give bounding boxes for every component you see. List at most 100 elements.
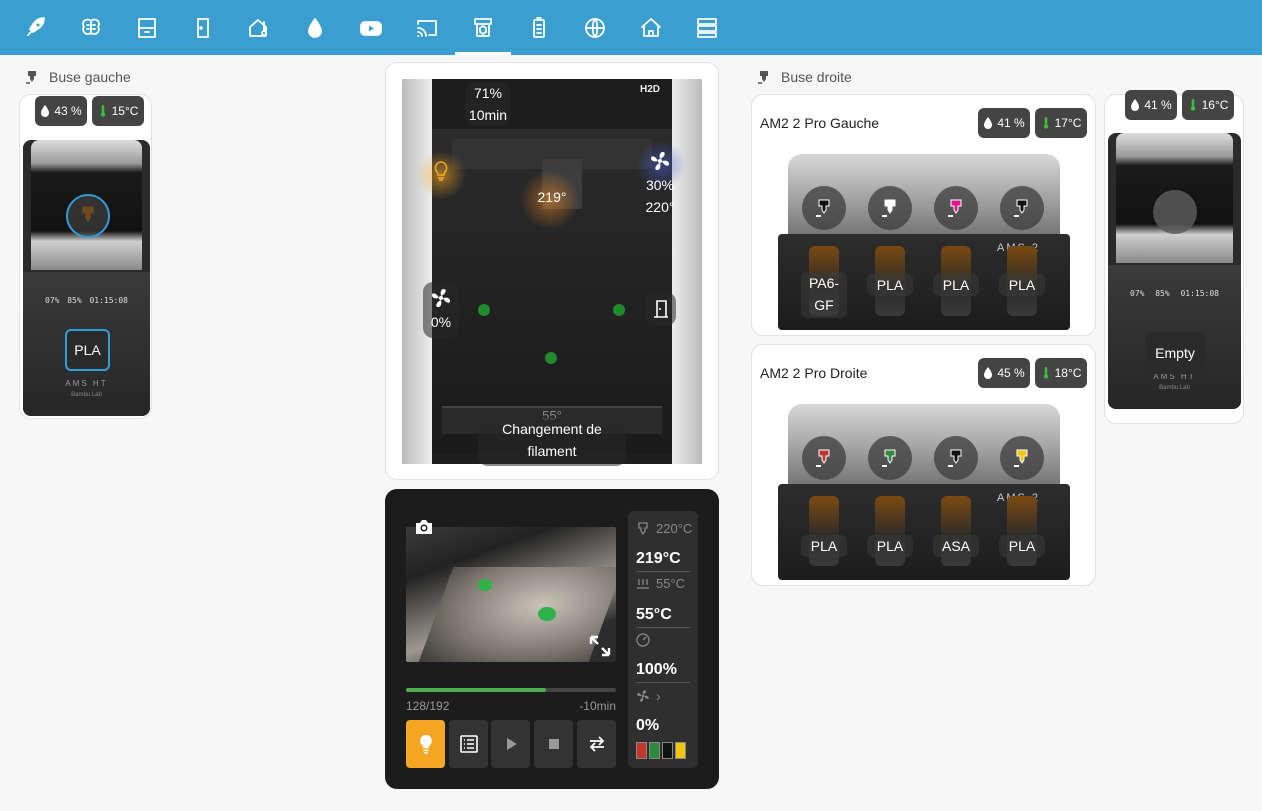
left-nozzle-title: Buse gauche — [25, 69, 131, 85]
battery-icon[interactable] — [511, 0, 567, 55]
ams-slot-1-button[interactable] — [802, 436, 846, 480]
speedometer-icon — [636, 633, 650, 647]
ams-slot-4-label[interactable]: PLA — [999, 535, 1045, 557]
ams-slot-1-label[interactable]: PA6-GF — [801, 272, 847, 318]
filament-nozzle-icon — [882, 449, 896, 467]
ams-ht-brand-sub: Bambu Lab — [71, 392, 102, 398]
heated-bed-icon — [637, 578, 649, 589]
left-humidity-value: 43 % — [54, 104, 82, 118]
fan-temperature: 220° — [645, 199, 675, 215]
printer-status: Changement de filament — [478, 418, 626, 466]
water-drop-icon — [984, 117, 993, 129]
camera-bed-surface — [418, 567, 616, 662]
youtube-icon[interactable] — [343, 0, 399, 55]
ams-ht-brand: AMS HT — [65, 379, 108, 388]
progress-fill — [406, 688, 547, 692]
ams-droite-title: AM2 2 Pro Droite — [760, 365, 868, 381]
bed-target-row: 55°C — [636, 576, 685, 591]
left-filament-type[interactable]: PLA — [65, 329, 110, 371]
ams-ht-screen: 07% 85% 01:15:08 — [1130, 289, 1219, 319]
left-temperature-badge: 15°C — [92, 96, 144, 126]
aux-fan-overlay[interactable]: 0% — [423, 282, 459, 338]
expand-icon[interactable] — [588, 634, 612, 658]
right-spool-slot[interactable] — [1153, 190, 1197, 234]
door-status[interactable] — [646, 292, 676, 326]
filament-swatch — [662, 742, 673, 759]
ams-slot-1-label[interactable]: PLA — [801, 535, 847, 557]
ams-ht-screen-humidity: 07% — [45, 296, 60, 305]
ams-slot-2-button[interactable] — [868, 436, 912, 480]
ams-slot-1-button[interactable] — [802, 186, 846, 230]
fan-speed[interactable]: 0% — [636, 717, 659, 735]
door-icon[interactable] — [175, 0, 231, 55]
print-list-button[interactable] — [449, 720, 488, 768]
fan-percent: 30% — [645, 177, 675, 193]
stop-button[interactable] — [534, 720, 573, 768]
fan-row: › — [636, 688, 661, 704]
nozzle-icon — [638, 521, 648, 535]
left-temperature-value: 15°C — [111, 104, 139, 118]
ams-slot-3-label[interactable]: PLA — [933, 274, 979, 296]
thermometer-icon — [1043, 367, 1048, 379]
left-nozzle-label: Buse gauche — [49, 69, 131, 85]
bed-fan-icon-3 — [545, 352, 557, 364]
lightbulb-icon — [419, 734, 432, 754]
ams-slot-2-label[interactable]: PLA — [867, 535, 913, 557]
ams-slot-4-button[interactable] — [1000, 436, 1044, 480]
rocket-icon[interactable] — [7, 0, 63, 55]
ams-slot-4-label[interactable]: PLA — [999, 274, 1045, 296]
filament-swatch — [649, 742, 660, 759]
ams-slot-2-button[interactable] — [868, 186, 912, 230]
chevron-right-icon[interactable]: › — [656, 688, 661, 704]
right-filament-type[interactable]: Empty — [1145, 332, 1205, 374]
water-drop-icon — [1131, 99, 1140, 111]
ams-droite-temp-badge: 18°C — [1035, 358, 1087, 388]
camera-icon[interactable] — [414, 518, 434, 536]
cast-icon[interactable] — [399, 0, 455, 55]
nozzle-target-temp: 220°C — [656, 521, 693, 536]
right-ht-temp: 16°C — [1201, 98, 1229, 112]
stats-panel: 220°C 219°C 55°C 55°C 100% › 0% — [628, 511, 698, 768]
ams-slot-3-label[interactable]: ASA — [933, 535, 979, 557]
progress-track — [406, 688, 616, 692]
swap-arrows-icon — [589, 736, 604, 752]
bed-fan-icon-1 — [478, 304, 490, 316]
ams-gauche-unit: AMS 2 PA6-GF PLA PLA PLA — [778, 154, 1070, 330]
printer-bed-icon[interactable] — [119, 0, 175, 55]
aux-fan-percent: 0% — [430, 314, 452, 330]
fan-icon[interactable] — [649, 150, 671, 172]
globe-icon[interactable] — [567, 0, 623, 55]
home-thermometer-icon[interactable] — [231, 0, 287, 55]
camera-feed[interactable] — [406, 527, 616, 662]
printer-frame-left — [402, 79, 432, 464]
print-speed[interactable]: 100% — [636, 661, 677, 679]
nozzle-icon — [26, 71, 36, 84]
ams-droite-temp: 18°C — [1054, 366, 1082, 380]
water-drop-icon[interactable] — [287, 0, 343, 55]
swap-filament-button[interactable] — [577, 720, 616, 768]
fan-icon — [637, 690, 649, 702]
ams-droite-humidity: 45 % — [997, 366, 1025, 380]
ams-slot-3-button[interactable] — [934, 186, 978, 230]
resume-button[interactable] — [491, 720, 530, 768]
lightbulb-icon[interactable] — [431, 160, 451, 182]
printer-model: H2D — [639, 84, 660, 95]
ams-ht-screen-time: 01:15:08 — [1180, 289, 1219, 298]
ams-ht-brand-sub: Bambu Lab — [1159, 385, 1190, 391]
list-icon — [459, 735, 478, 753]
home-outline-icon[interactable] — [623, 0, 679, 55]
bed-current-temp[interactable]: 55°C — [636, 606, 672, 624]
brain-icon[interactable] — [63, 0, 119, 55]
printer-view: H2D — [402, 79, 702, 464]
printer-3d-icon[interactable] — [455, 0, 511, 55]
ams-slot-3-button[interactable] — [934, 436, 978, 480]
ams-slot-4-button[interactable] — [1000, 186, 1044, 230]
filament-nozzle-icon — [948, 449, 962, 467]
server-icon[interactable] — [679, 0, 735, 55]
ams-ht-screen-speed: 85% — [1155, 289, 1170, 298]
light-toggle-button[interactable] — [406, 720, 445, 768]
ams-droite-unit: AMS 2 PLA PLA ASA PLA — [778, 404, 1070, 580]
ams-slot-2-label[interactable]: PLA — [867, 274, 913, 296]
nozzle-current-temp[interactable]: 219°C — [636, 550, 681, 568]
filament-nozzle-icon — [1014, 199, 1028, 217]
